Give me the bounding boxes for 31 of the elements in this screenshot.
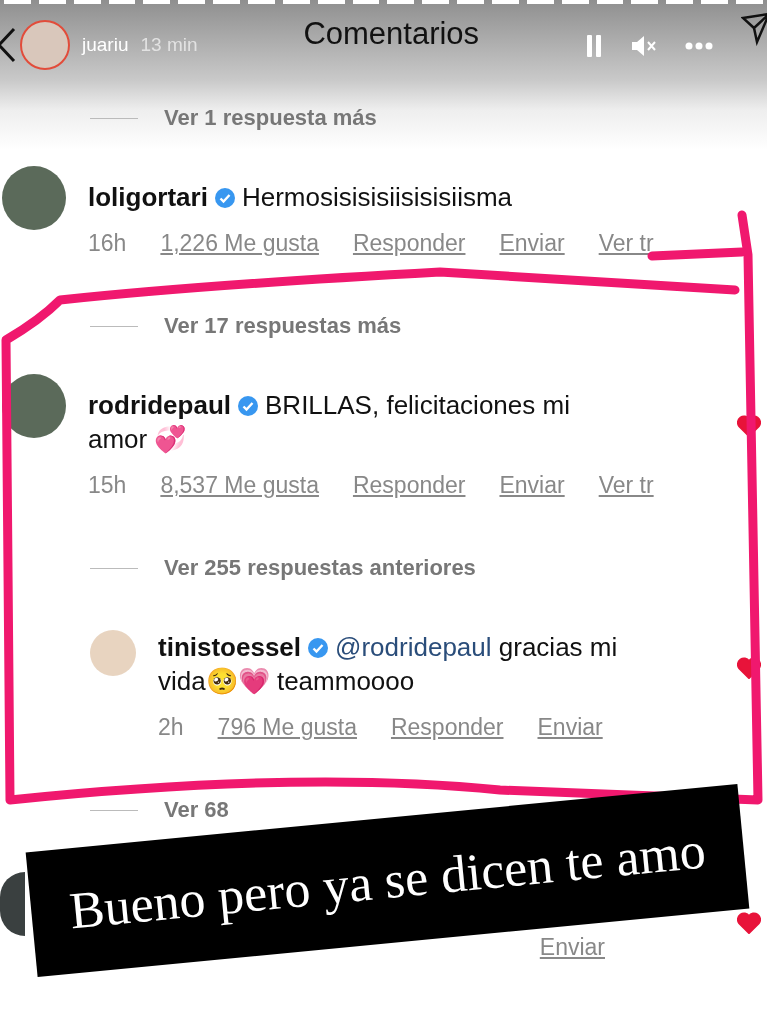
sheet-title: Comentarios <box>303 16 480 52</box>
heart-icon[interactable] <box>737 657 761 679</box>
view-replies-link[interactable]: Ver 255 respuestas anteriores <box>164 555 476 581</box>
comment-action-link[interactable]: Enviar <box>539 934 605 960</box>
likes-link[interactable]: 1,226 Me gusta <box>160 230 319 256</box>
comment-time: 2h <box>158 714 184 740</box>
comment-time: 16h <box>88 230 127 256</box>
comment-action-link[interactable]: Enviar <box>537 714 603 740</box>
comment-action-link[interactable]: Ver tr <box>598 472 654 498</box>
view-replies-link[interactable]: Ver 17 respuestas más <box>164 313 402 339</box>
heart-icon[interactable] <box>737 415 761 437</box>
comment-action-link[interactable]: Ver tr <box>598 230 654 256</box>
comment-text: loligortari Hermosisisisiisisisiisma <box>88 181 514 214</box>
heart-icon[interactable] <box>737 912 761 934</box>
comment-action-link[interactable]: Responder <box>352 472 466 498</box>
comment-text: rodridepaul BRILLAS, felicitaciones mi amor 💞 <box>88 389 571 456</box>
comment-time: 15h <box>88 472 127 498</box>
comment-action-link[interactable]: Enviar <box>499 472 565 498</box>
pause-icon[interactable] <box>585 34 603 58</box>
likes-link[interactable]: 796 Me gusta <box>217 714 357 740</box>
comment-text: tinistoessel @rodridepaul gracias mi vida🥺💗 teammoooo <box>158 631 619 698</box>
send-icon[interactable] <box>741 12 767 46</box>
likes-link[interactable]: 8,537 Me gusta <box>160 472 319 498</box>
comment-action-link[interactable]: Responder <box>390 714 504 740</box>
muted-speaker-icon[interactable] <box>631 35 657 57</box>
user-avatar[interactable] <box>0 872 25 936</box>
view-replies-link[interactable]: Ver 68 <box>164 797 229 823</box>
view-replies-link[interactable]: Ver 1 respuesta más <box>164 105 377 131</box>
comment-action-link[interactable]: Enviar <box>499 230 565 256</box>
comment-action-link[interactable]: Responder <box>352 230 466 256</box>
story-username[interactable]: juariu <box>82 34 129 56</box>
